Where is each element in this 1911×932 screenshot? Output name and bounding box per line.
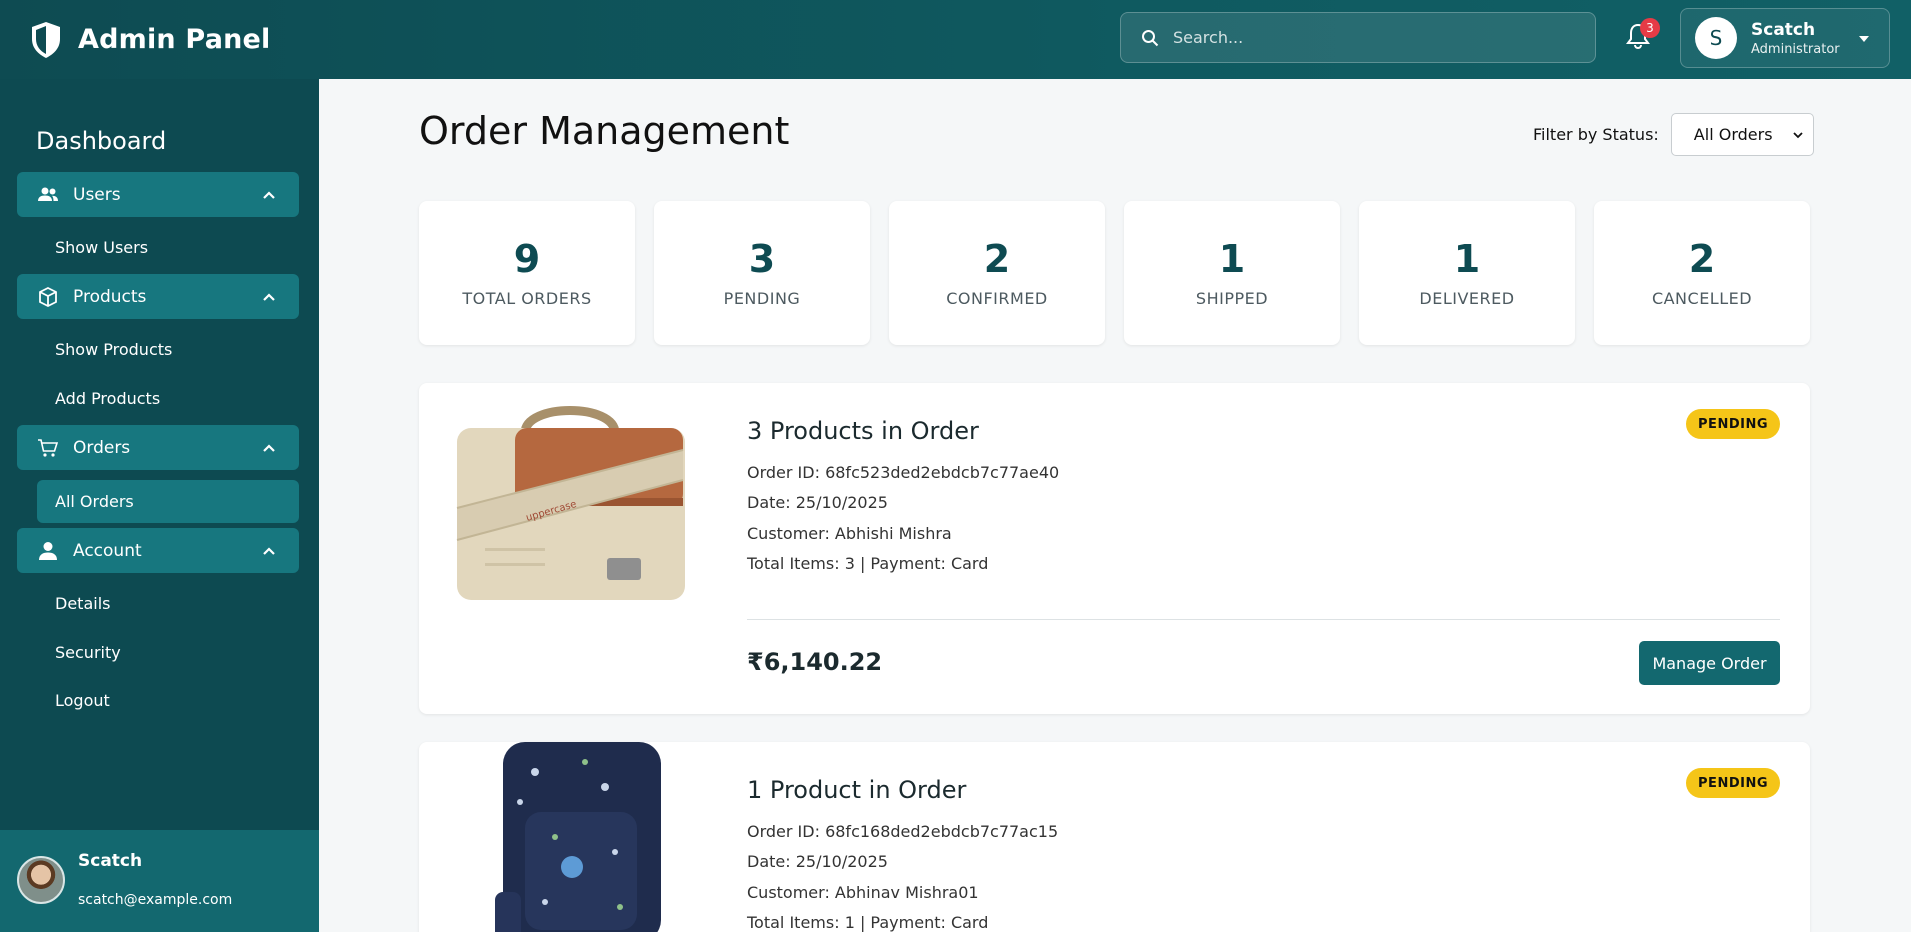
order-date: Date: 25/10/2025 bbox=[747, 493, 888, 512]
profile-email: scatch@example.com bbox=[78, 892, 233, 908]
stat-value: 3 bbox=[748, 237, 776, 281]
page-title: Order Management bbox=[419, 109, 790, 153]
stat-value: 2 bbox=[1688, 237, 1716, 281]
stat-label: PENDING bbox=[723, 289, 801, 308]
stat-label: SHIPPED bbox=[1195, 289, 1269, 308]
user-name: Scatch bbox=[1751, 19, 1816, 40]
profile-avatar bbox=[17, 856, 65, 904]
app-title: Admin Panel bbox=[78, 24, 271, 55]
order-date: Date: 25/10/2025 bbox=[747, 852, 888, 871]
stat-card-shipped: 1 SHIPPED bbox=[1124, 201, 1340, 345]
order-card: 1 Product in Order PENDING Order ID: 68f… bbox=[419, 742, 1810, 932]
profile-name: Scatch bbox=[78, 851, 143, 871]
filter-label: Filter by Status: bbox=[1533, 125, 1659, 144]
stat-card-total: 9 TOTAL ORDERS bbox=[419, 201, 635, 345]
search-box[interactable] bbox=[1120, 12, 1596, 63]
cart-icon bbox=[38, 438, 59, 457]
sidebar-section-users[interactable]: Users bbox=[17, 172, 299, 217]
order-id: Order ID: 68fc523ded2ebdcb7c77ae40 bbox=[747, 463, 1060, 482]
sidebar-section-products[interactable]: Products bbox=[17, 274, 299, 319]
sidebar: Dashboard Users Show Users Products Show… bbox=[0, 79, 319, 932]
sidebar-section-orders[interactable]: Orders bbox=[17, 425, 299, 470]
sidebar-item-details[interactable]: Details bbox=[55, 594, 110, 613]
sidebar-section-label: Account bbox=[73, 540, 142, 561]
box-icon bbox=[39, 286, 57, 307]
top-bar: Admin Panel 3 S Scatch Administrator bbox=[0, 0, 1911, 79]
stat-label: TOTAL ORDERS bbox=[462, 289, 592, 308]
person-icon bbox=[39, 541, 57, 560]
order-card: uppercase 3 Products in Order PENDING Or… bbox=[419, 383, 1810, 714]
backpack-image bbox=[495, 742, 661, 932]
sidebar-item-add-products[interactable]: Add Products bbox=[55, 389, 160, 408]
stat-label: CANCELLED bbox=[1651, 289, 1753, 308]
chevron-up-icon bbox=[263, 293, 275, 301]
chevron-up-icon bbox=[263, 444, 275, 452]
avatar: S bbox=[1695, 17, 1737, 59]
chevron-down-icon bbox=[1859, 36, 1869, 42]
stat-card-cancelled: 2 CANCELLED bbox=[1594, 201, 1810, 345]
users-icon bbox=[38, 187, 58, 201]
manage-order-button[interactable]: Manage Order bbox=[1639, 641, 1780, 685]
user-role: Administrator bbox=[1751, 41, 1840, 57]
order-total: ₹6,140.22 bbox=[747, 648, 883, 676]
order-items: Total Items: 3 | Payment: Card bbox=[747, 554, 989, 573]
divider bbox=[747, 619, 1780, 620]
notifications-button[interactable]: 3 bbox=[1625, 18, 1660, 54]
order-title: 3 Products in Order bbox=[747, 417, 979, 445]
order-items: Total Items: 1 | Payment: Card bbox=[747, 913, 989, 932]
user-menu[interactable]: S Scatch Administrator bbox=[1680, 8, 1890, 68]
main-content: Order Management Filter by Status: All O… bbox=[319, 79, 1911, 932]
stat-card-confirmed: 2 CONFIRMED bbox=[889, 201, 1105, 345]
sidebar-item-show-products[interactable]: Show Products bbox=[55, 340, 172, 359]
sidebar-item-all-orders[interactable]: All Orders bbox=[37, 480, 299, 523]
order-title: 1 Product in Order bbox=[747, 776, 967, 804]
sidebar-section-account[interactable]: Account bbox=[17, 528, 299, 573]
stat-value: 1 bbox=[1218, 237, 1246, 281]
sidebar-item-logout[interactable]: Logout bbox=[55, 691, 110, 710]
search-input[interactable] bbox=[1173, 28, 1573, 47]
sidebar-item-show-users[interactable]: Show Users bbox=[55, 238, 148, 257]
stat-value: 9 bbox=[513, 237, 541, 281]
sidebar-section-label: Users bbox=[73, 184, 121, 205]
stat-card-delivered: 1 DELIVERED bbox=[1359, 201, 1575, 345]
order-customer: Customer: Abhinav Mishra01 bbox=[747, 883, 979, 902]
status-badge: PENDING bbox=[1686, 409, 1780, 439]
order-customer: Customer: Abhishi Mishra bbox=[747, 524, 952, 543]
sidebar-section-label: Products bbox=[73, 286, 147, 307]
notification-badge: 3 bbox=[1640, 18, 1660, 38]
status-select[interactable]: All Orders bbox=[1670, 113, 1814, 156]
brand[interactable]: Admin Panel bbox=[30, 21, 271, 59]
status-filter: Filter by Status: All Orders bbox=[1533, 113, 1814, 156]
chevron-up-icon bbox=[263, 547, 275, 555]
laptop-bag-image: uppercase bbox=[456, 406, 685, 600]
sidebar-heading[interactable]: Dashboard bbox=[36, 127, 166, 155]
stat-value: 2 bbox=[983, 237, 1011, 281]
search-icon bbox=[1142, 29, 1159, 46]
chevron-up-icon bbox=[263, 191, 275, 199]
sidebar-profile[interactable]: Scatch scatch@example.com bbox=[0, 830, 319, 932]
order-id: Order ID: 68fc168ded2ebdcb7c77ac15 bbox=[747, 822, 1059, 841]
sidebar-item-security[interactable]: Security bbox=[55, 643, 121, 662]
stat-label: DELIVERED bbox=[1419, 289, 1515, 308]
stat-card-pending: 3 PENDING bbox=[654, 201, 870, 345]
stat-value: 1 bbox=[1453, 237, 1481, 281]
chevron-down-icon bbox=[1793, 132, 1803, 139]
status-select-value: All Orders bbox=[1693, 125, 1773, 144]
shield-icon bbox=[32, 21, 60, 58]
sidebar-section-label: Orders bbox=[73, 437, 131, 458]
stat-label: CONFIRMED bbox=[946, 289, 1048, 308]
status-badge: PENDING bbox=[1686, 768, 1780, 798]
